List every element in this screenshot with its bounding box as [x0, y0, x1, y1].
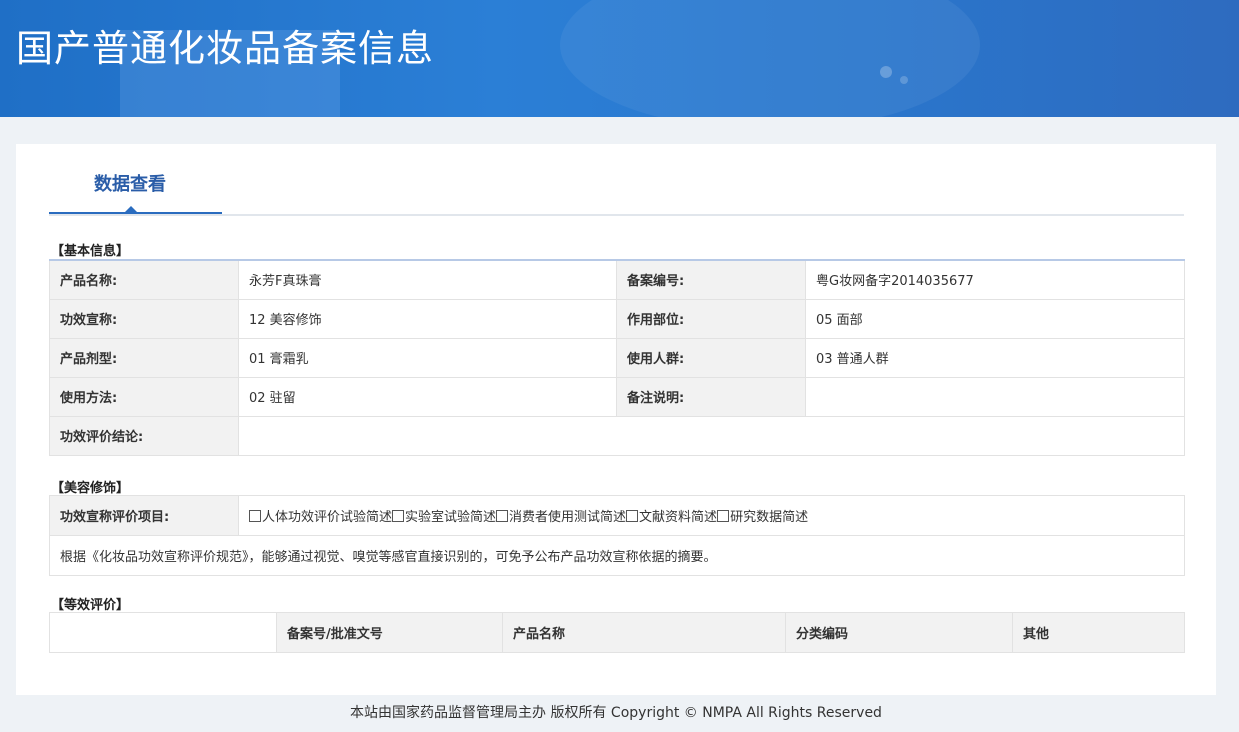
column-header [49, 612, 277, 653]
field-value: 01 膏霜乳 [238, 337, 617, 378]
checkbox-item[interactable]: 文献资料简述 [626, 510, 717, 525]
field-label: 产品名称: [49, 259, 239, 300]
table-row: 根据《化妆品功效宣称评价规范》，能够通过视觉、嗅觉等感官直接识别的，可免予公布产… [49, 535, 1185, 576]
field-value: 12 美容修饰 [238, 298, 617, 339]
section-title-beauty: 【美容修饰】 [51, 481, 130, 496]
equiv-eval-table: 备案号/批准文号 产品名称 分类编码 其他 [49, 612, 1185, 653]
checkbox-icon [392, 510, 405, 522]
field-label: 使用方法: [49, 376, 239, 417]
field-label: 功效评价结论: [49, 415, 239, 456]
table-row: 使用方法: 02 驻留 备注说明: [49, 376, 1185, 417]
table-row: 功效宣称: 12 美容修饰 作用部位: 05 面部 [49, 298, 1185, 339]
checkbox-item[interactable]: 消费者使用测试简述 [496, 510, 626, 525]
checkbox-label: 人体功效评价试验简述 [262, 510, 393, 525]
banner-decoration [560, 0, 980, 117]
note-text: 根据《化妆品功效宣称评价规范》，能够通过视觉、嗅觉等感官直接识别的，可免予公布产… [49, 535, 1185, 576]
field-value: 05 面部 [805, 298, 1185, 339]
checkbox-label: 研究数据简述 [730, 510, 809, 525]
field-label: 功效宣称评价项目: [49, 495, 239, 536]
header-banner: 国产普通化妆品备案信息 [0, 0, 1239, 117]
field-label: 作用部位: [616, 298, 806, 339]
footer-copyright: 本站由国家药品监督管理局主办 版权所有 Copyright © NMPA All… [350, 705, 882, 721]
checkbox-label: 实验室试验简述 [405, 510, 497, 525]
table-header-row: 备案号/批准文号 产品名称 分类编码 其他 [49, 612, 1185, 653]
checkbox-label: 文献资料简述 [639, 510, 718, 525]
field-value [805, 376, 1185, 417]
column-header: 产品名称 [502, 612, 786, 653]
column-header: 其他 [1012, 612, 1185, 653]
tab-data-view[interactable]: 数据查看 [49, 144, 222, 214]
checkbox-item[interactable]: 实验室试验简述 [392, 510, 496, 525]
checkbox-group: 人体功效评价试验简述 实验室试验简述 消费者使用测试简述 文献资料简述 研究数据简述 [238, 495, 1185, 536]
caret-up-icon [124, 206, 138, 213]
checkbox-icon [626, 510, 639, 522]
checkbox-icon [496, 510, 509, 522]
field-value: 03 普通人群 [805, 337, 1185, 378]
table-row: 功效评价结论: [49, 415, 1185, 456]
basic-info-table: 产品名称: 永芳F真珠膏 备案编号: 粤G妆网备字2014035677 功效宣称… [49, 259, 1185, 456]
banner-decoration [900, 76, 908, 84]
field-value: 永芳F真珠膏 [238, 259, 617, 300]
beauty-claim-table: 功效宣称评价项目: 人体功效评价试验简述 实验室试验简述 消费者使用测试简述 文献资料… [49, 495, 1185, 576]
column-header: 备案号/批准文号 [276, 612, 503, 653]
field-label: 备注说明: [616, 376, 806, 417]
field-value: 粤G妆网备字2014035677 [805, 259, 1185, 300]
banner-decoration [880, 66, 892, 78]
field-value [238, 415, 1185, 456]
tab-label: 数据查看 [94, 174, 166, 195]
section-title-basic: 【基本信息】 [51, 244, 130, 259]
page-title: 国产普通化妆品备案信息 [16, 27, 434, 70]
table-row: 产品名称: 永芳F真珠膏 备案编号: 粤G妆网备字2014035677 [49, 259, 1185, 300]
field-label: 备案编号: [616, 259, 806, 300]
content-panel: 数据查看 【基本信息】 产品名称: 永芳F真珠膏 备案编号: 粤G妆网备字201… [16, 144, 1216, 695]
field-value: 02 驻留 [238, 376, 617, 417]
checkbox-label: 消费者使用测试简述 [509, 510, 627, 525]
tab-bar: 数据查看 [49, 144, 1184, 216]
field-label: 产品剂型: [49, 337, 239, 378]
field-label: 功效宣称: [49, 298, 239, 339]
field-label: 使用人群: [616, 337, 806, 378]
section-title-equiv: 【等效评价】 [51, 598, 130, 613]
column-header: 分类编码 [785, 612, 1013, 653]
checkbox-item[interactable]: 研究数据简述 [717, 510, 808, 525]
checkbox-icon [249, 510, 261, 522]
table-row: 产品剂型: 01 膏霜乳 使用人群: 03 普通人群 [49, 337, 1185, 378]
table-row: 功效宣称评价项目: 人体功效评价试验简述 实验室试验简述 消费者使用测试简述 文献资料… [49, 495, 1185, 536]
checkbox-item[interactable]: 人体功效评价试验简述 [249, 510, 392, 525]
checkbox-icon [717, 510, 730, 522]
